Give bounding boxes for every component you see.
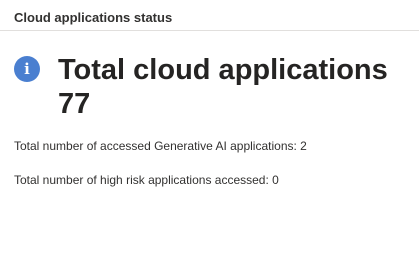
cloud-apps-status-card: Cloud applications status i Total cloud … — [0, 0, 419, 267]
stat-generative-ai: Total number of accessed Generative AI a… — [14, 138, 307, 154]
headline-count: 77 — [58, 88, 91, 120]
stat-label: Total number of accessed Generative AI a… — [14, 139, 297, 153]
headline-label: Total cloud applications — [58, 54, 388, 86]
summary-block: i Total cloud applications 77 — [14, 53, 388, 121]
card-title: Cloud applications status — [14, 10, 173, 25]
card-header: Cloud applications status — [0, 0, 419, 31]
stat-value: 2 — [300, 139, 307, 153]
stat-value: 0 — [272, 173, 279, 187]
summary-text: Total cloud applications 77 — [58, 53, 388, 121]
stat-high-risk: Total number of high risk applications a… — [14, 172, 279, 188]
stat-label: Total number of high risk applications a… — [14, 173, 269, 187]
info-icon: i — [14, 56, 40, 82]
